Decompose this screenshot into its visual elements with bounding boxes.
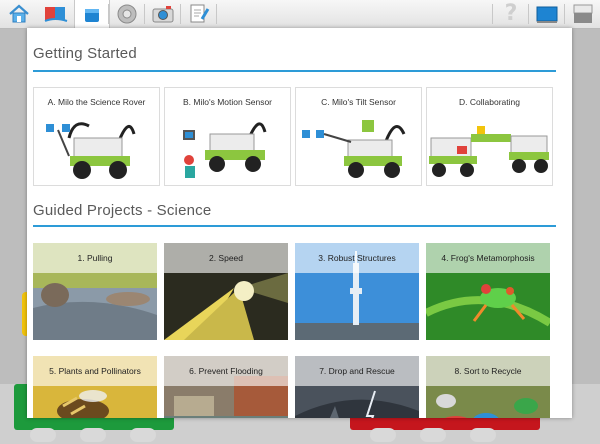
block-connector (420, 428, 446, 442)
project-label: 2. Speed (164, 243, 288, 273)
block-connector (130, 428, 156, 442)
card-label: D. Collaborating (459, 97, 520, 107)
project-tile-robust-structures[interactable]: 3. Robust Structures (295, 243, 419, 340)
collaborating-image (429, 126, 549, 177)
project-cube-icon[interactable] (74, 0, 110, 29)
getting-started-card[interactable]: A. Milo the Science Rover (33, 87, 160, 186)
section-title-guided-projects: Guided Projects - Science (33, 202, 212, 219)
project-tile-sort-to-recycle[interactable]: 8. Sort to Recycle (426, 356, 550, 418)
top-toolbar: ? (0, 0, 600, 29)
lobby-panel: Getting Started A. Milo the Science Rove… (27, 28, 572, 418)
card-label: B. Milo's Motion Sensor (182, 97, 273, 107)
getting-started-card[interactable]: B. Milo's Motion Sensor (164, 87, 291, 186)
project-tile-plants-and-pollinators[interactable]: 5. Plants and Pollinators (33, 356, 157, 418)
project-label: 4. Frog's Metamorphosis (426, 243, 550, 273)
motion-sensor-image (183, 122, 267, 178)
card-label: A. Milo the Science Rover (47, 97, 146, 107)
project-label: 1. Pulling (33, 243, 157, 273)
project-tile-frogs-metamorphosis[interactable]: 4. Frog's Metamorphosis (426, 243, 550, 340)
project-tile-drop-and-rescue[interactable]: 7. Drop and Rescue (295, 356, 419, 418)
document-pen-icon[interactable] (182, 0, 216, 28)
block-connector (30, 428, 56, 442)
help-icon[interactable]: ? (494, 0, 528, 28)
window-icon[interactable] (566, 0, 600, 28)
project-label: 5. Plants and Pollinators (33, 356, 157, 386)
card-label: C. Milo's Tilt Sensor (321, 97, 396, 107)
tilt-sensor-image (302, 120, 406, 178)
screen-icon[interactable] (530, 0, 564, 28)
section-title-getting-started: Getting Started (33, 45, 137, 62)
section-divider (33, 225, 556, 227)
project-tile-prevent-flooding[interactable]: 6. Prevent Flooding (164, 356, 288, 418)
section-divider (33, 70, 556, 72)
brick-wheel-icon[interactable] (110, 0, 144, 28)
project-label: 7. Drop and Rescue (295, 356, 419, 386)
block-connector (470, 428, 496, 442)
home-icon[interactable] (2, 0, 36, 28)
milo-rover-image (46, 122, 136, 179)
block-connector (370, 428, 396, 442)
block-connector (80, 428, 106, 442)
project-label: 6. Prevent Flooding (164, 356, 288, 386)
getting-started-card[interactable]: D. Collaborating (426, 87, 553, 186)
project-tile-pulling[interactable]: 1. Pulling (33, 243, 157, 340)
camera-icon[interactable] (146, 0, 180, 28)
lobby-book-icon[interactable] (38, 0, 74, 28)
project-tile-speed[interactable]: 2. Speed (164, 243, 288, 340)
getting-started-card[interactable]: C. Milo's Tilt Sensor (295, 87, 422, 186)
project-label: 3. Robust Structures (295, 243, 419, 273)
project-label: 8. Sort to Recycle (426, 356, 550, 386)
